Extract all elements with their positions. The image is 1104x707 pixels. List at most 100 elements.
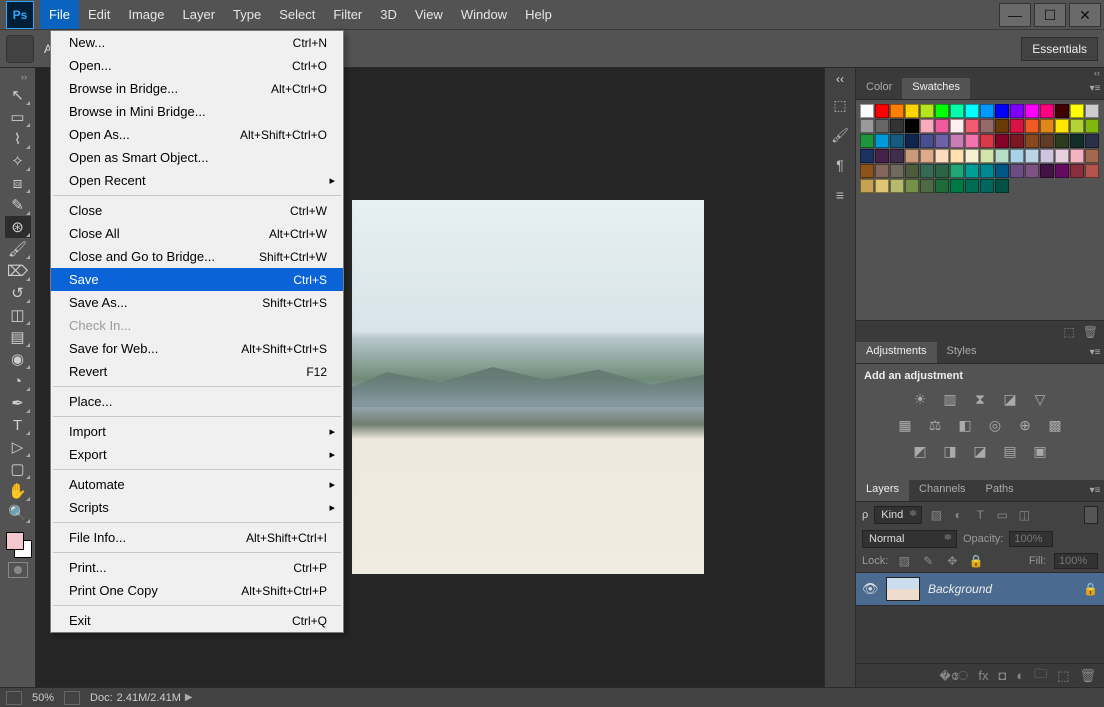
status-icon-2[interactable] <box>64 691 80 705</box>
file-menu-save-for-web[interactable]: Save for Web...Alt+Shift+Ctrl+S <box>51 337 343 360</box>
swatch[interactable] <box>965 179 979 193</box>
swatch[interactable] <box>965 134 979 148</box>
swatch[interactable] <box>950 164 964 178</box>
layers-tab[interactable]: Layers <box>856 480 909 501</box>
swatch[interactable] <box>935 164 949 178</box>
eraser-tool[interactable]: ◫ <box>5 304 31 326</box>
filter-adjust-icon[interactable]: ◐ <box>950 507 966 523</box>
type-tool[interactable]: T <box>5 414 31 436</box>
swatch[interactable] <box>950 134 964 148</box>
dodge-tool[interactable]: ◔ <box>5 370 31 392</box>
stamp-tool[interactable]: ⌦ <box>5 260 31 282</box>
layer-name[interactable]: Background <box>928 582 1075 596</box>
file-menu-export[interactable]: Export <box>51 443 343 466</box>
layers-panel-menu[interactable]: ▾≡ <box>1086 480 1104 501</box>
toolbar-expand-tab[interactable]: ›› <box>21 72 33 82</box>
status-flyout-arrow[interactable]: ▶ <box>185 692 193 703</box>
swatch[interactable] <box>950 149 964 163</box>
maximize-button[interactable]: ☐ <box>1034 3 1066 27</box>
paths-tab[interactable]: Paths <box>976 480 1024 501</box>
lock-transparency-icon[interactable]: ▨ <box>896 553 912 569</box>
levels-icon[interactable]: ▥ <box>940 390 960 408</box>
file-menu-automate[interactable]: Automate <box>51 473 343 496</box>
swatch[interactable] <box>1055 119 1069 133</box>
layer-thumbnail[interactable] <box>886 577 920 601</box>
delete-swatch-icon[interactable]: 🗑 <box>1083 325 1098 339</box>
swatch[interactable] <box>875 164 889 178</box>
swatch[interactable] <box>950 104 964 118</box>
layer-filter-kind[interactable]: Kind <box>874 506 922 524</box>
swatch[interactable] <box>1025 119 1039 133</box>
layer-mask-icon[interactable]: ◘ <box>998 668 1006 683</box>
vibrance-icon[interactable]: ▽ <box>1030 390 1050 408</box>
swatch[interactable] <box>905 119 919 133</box>
menu-view[interactable]: View <box>406 0 452 29</box>
gradient-map-icon[interactable]: ▤ <box>1000 442 1020 460</box>
swatch[interactable] <box>965 119 979 133</box>
marquee-tool[interactable]: ▭ <box>5 106 31 128</box>
swatch[interactable] <box>890 164 904 178</box>
swatches-tab[interactable]: Swatches <box>902 78 970 99</box>
swatch[interactable] <box>1010 104 1024 118</box>
swatch[interactable] <box>1085 134 1099 148</box>
color-lookup-icon[interactable]: ▩ <box>1045 416 1065 434</box>
blend-mode-dropdown[interactable]: Normal <box>862 530 957 548</box>
swatch[interactable] <box>890 119 904 133</box>
menu-layer[interactable]: Layer <box>174 0 225 29</box>
swatch[interactable] <box>920 149 934 163</box>
swatch[interactable] <box>860 149 874 163</box>
swatch[interactable] <box>875 179 889 193</box>
swatch[interactable] <box>1040 134 1054 148</box>
file-menu-save-as[interactable]: Save As...Shift+Ctrl+S <box>51 291 343 314</box>
swatch[interactable] <box>1010 149 1024 163</box>
swatches-panel-menu[interactable]: ▾≡ <box>1086 78 1104 99</box>
status-icon[interactable] <box>6 691 22 705</box>
lock-position-icon[interactable]: ✥ <box>944 553 960 569</box>
filter-pixel-icon[interactable]: ▧ <box>928 507 944 523</box>
swatch[interactable] <box>1070 134 1084 148</box>
invert-icon[interactable]: ◩ <box>910 442 930 460</box>
swatch[interactable] <box>965 149 979 163</box>
bw-icon[interactable]: ◧ <box>955 416 975 434</box>
swatch[interactable] <box>1025 104 1039 118</box>
channels-tab[interactable]: Channels <box>909 480 975 501</box>
threshold-icon[interactable]: ◪ <box>970 442 990 460</box>
link-layers-icon[interactable]: �േ <box>939 668 968 684</box>
swatch[interactable] <box>860 119 874 133</box>
new-fill-adjust-icon[interactable]: ◐ <box>1016 668 1024 683</box>
exposure-icon[interactable]: ◪ <box>1000 390 1020 408</box>
spot-heal-tool[interactable]: ⊛ <box>5 216 31 238</box>
lock-all-icon[interactable]: 🔒 <box>968 553 984 569</box>
file-menu-open-recent[interactable]: Open Recent <box>51 169 343 192</box>
workspace-switcher[interactable]: Essentials <box>1021 37 1098 61</box>
quick-mask-toggle[interactable] <box>8 562 28 578</box>
swatch[interactable] <box>905 134 919 148</box>
foreground-color-swatch[interactable] <box>6 532 24 550</box>
file-menu-close-and-go-to-bridge[interactable]: Close and Go to Bridge...Shift+Ctrl+W <box>51 245 343 268</box>
move-tool[interactable]: ↖ <box>5 84 31 106</box>
file-menu-close[interactable]: CloseCtrl+W <box>51 199 343 222</box>
swatch[interactable] <box>995 134 1009 148</box>
file-menu-new[interactable]: New...Ctrl+N <box>51 31 343 54</box>
brush-panel-icon[interactable]: 🖌 <box>829 124 851 146</box>
swatch[interactable] <box>1085 164 1099 178</box>
swatch[interactable] <box>935 119 949 133</box>
file-menu-close-all[interactable]: Close AllAlt+Ctrl+W <box>51 222 343 245</box>
color-balance-icon[interactable]: ⚖ <box>925 416 945 434</box>
swatch[interactable] <box>935 179 949 193</box>
swatch[interactable] <box>920 164 934 178</box>
menu-edit[interactable]: Edit <box>79 0 119 29</box>
eyedropper-tool[interactable]: ✎ <box>5 194 31 216</box>
right-panels-collapse[interactable]: ‹‹ <box>856 68 1104 78</box>
hand-tool[interactable]: ✋ <box>5 480 31 502</box>
swatch[interactable] <box>1070 164 1084 178</box>
swatch[interactable] <box>920 119 934 133</box>
swatch[interactable] <box>905 149 919 163</box>
swatch[interactable] <box>1055 104 1069 118</box>
zoom-tool[interactable]: 🔍 <box>5 502 31 524</box>
swatch[interactable] <box>935 134 949 148</box>
menu-help[interactable]: Help <box>516 0 561 29</box>
swatch[interactable] <box>860 134 874 148</box>
swatch[interactable] <box>995 179 1009 193</box>
swatch[interactable] <box>920 104 934 118</box>
